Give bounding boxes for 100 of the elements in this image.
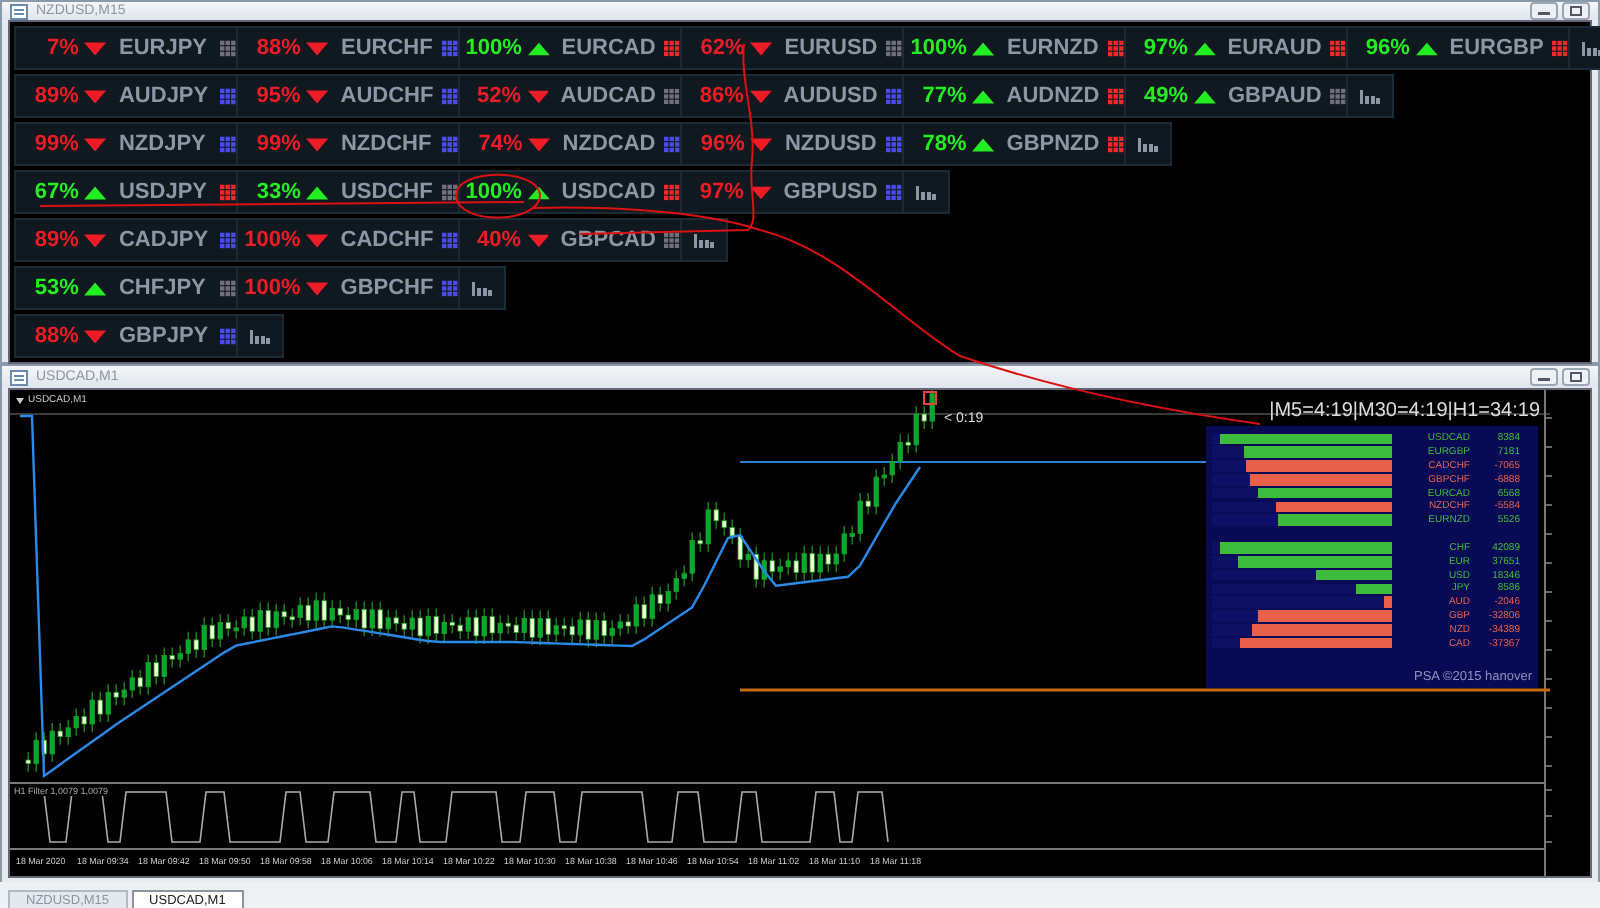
down-triangle-icon [306, 281, 329, 295]
bar-chart-icon [1582, 40, 1600, 56]
price-marker-icon [923, 391, 937, 405]
down-triangle-icon [306, 41, 329, 55]
percent-label: 96% [1363, 36, 1410, 60]
up-triangle-icon [1194, 89, 1216, 103]
pair-label: CADCHF [340, 228, 434, 252]
up-triangle-icon [1415, 41, 1438, 55]
maximize-button[interactable] [1562, 2, 1590, 20]
percent-label: 100% [242, 228, 301, 252]
percent-label: 67% [32, 180, 79, 204]
bar-chart-icon [1138, 136, 1158, 152]
percent-label: 7% [45, 36, 79, 60]
down-triangle-icon [527, 233, 549, 247]
percent-label: 89% [32, 228, 79, 252]
percent-label: 77% [920, 84, 967, 108]
percent-label: 86% [697, 84, 744, 108]
percent-label: 99% [254, 132, 301, 156]
percent-label: 52% [474, 84, 521, 108]
down-triangle-icon [749, 185, 772, 199]
down-triangle-icon [306, 89, 329, 103]
up-triangle-icon [527, 41, 550, 55]
down-triangle-icon [84, 41, 107, 55]
percent-label: 88% [254, 36, 301, 60]
pair-label: EURGBP [1449, 36, 1544, 60]
pair-label: GBPAUD [1227, 84, 1322, 108]
pair-label: EURAUD [1227, 36, 1322, 60]
down-triangle-icon [84, 329, 107, 343]
down-triangle-icon [750, 41, 773, 55]
pair-label: EURUSD [784, 36, 878, 60]
percent-label: 74% [476, 132, 523, 156]
percent-label: 78% [920, 132, 967, 156]
pair-label: AUDCHF [340, 84, 434, 108]
down-triangle-icon [527, 89, 549, 103]
percent-label: 40% [474, 228, 521, 252]
down-triangle-icon [749, 89, 772, 103]
pair-label: NZDUSD [784, 132, 878, 156]
percent-label: 62% [698, 36, 745, 60]
down-triangle-icon [750, 137, 773, 151]
down-triangle-icon [84, 233, 107, 247]
pair-label: EURJPY [118, 36, 210, 60]
pair-label: AUDJPY [118, 84, 211, 108]
pair-label: EURCAD [561, 36, 656, 60]
bar-chart-icon [694, 232, 714, 248]
candle-timer-text: |M5=4:19|M30=4:19|H1=34:19 [1269, 400, 1540, 422]
maximize-icon [1568, 6, 1584, 16]
up-triangle-icon [306, 185, 329, 199]
pair-label: GBPCHF [340, 276, 434, 300]
bar-chart-icon [472, 280, 492, 296]
down-triangle-icon [84, 137, 107, 151]
pair-label: AUDUSD [783, 84, 878, 108]
percent-label: 99% [32, 132, 79, 156]
up-triangle-icon [972, 137, 995, 151]
percent-label: 96% [698, 132, 745, 156]
minimize-icon [1536, 372, 1552, 382]
percent-label: 97% [697, 180, 744, 204]
percent-label: 53% [32, 276, 79, 300]
up-triangle-icon [972, 41, 995, 55]
down-triangle-icon [528, 137, 551, 151]
dropdown-triangle-icon [16, 397, 24, 403]
down-triangle-icon [84, 89, 107, 103]
pair-label: CHFJPY [118, 276, 208, 300]
pair-label: NZDCAD [562, 132, 656, 156]
pair-label: USDCHF [340, 180, 434, 204]
pair-label: GBPJPY [118, 324, 211, 348]
percent-label: 89% [32, 84, 79, 108]
chart-window-icon [10, 369, 28, 385]
pair-label: CADJPY [118, 228, 211, 252]
pair-label: USDJPY [118, 180, 210, 204]
up-triangle-icon [84, 185, 107, 199]
percent-label: 49% [1141, 84, 1188, 108]
percent-label: 100% [242, 276, 301, 300]
bar-chart-icon [1360, 88, 1380, 104]
percent-label: 95% [254, 84, 301, 108]
bar-chart-icon [916, 184, 936, 200]
pair-label: GBPNZD [1006, 132, 1100, 156]
pair-label: EURCHF [340, 36, 434, 60]
percent-label: 33% [254, 180, 301, 204]
up-triangle-icon [972, 89, 995, 103]
percent-label: 100% [908, 36, 967, 60]
up-triangle-icon [1193, 41, 1216, 55]
pair-label: EURNZD [1006, 36, 1100, 60]
pair-label: GBPUSD [783, 180, 878, 204]
minimize-button[interactable] [1530, 2, 1558, 20]
chart-window-icon [10, 3, 28, 19]
down-triangle-icon [306, 233, 329, 247]
pair-label: AUDNZD [1006, 84, 1100, 108]
pair-label: USDCAD [561, 180, 656, 204]
maximize-button[interactable] [1562, 368, 1590, 386]
maximize-icon [1568, 372, 1584, 382]
up-triangle-icon [527, 185, 550, 199]
percent-label: 97% [1141, 36, 1188, 60]
pair-label: AUDCAD [560, 84, 656, 108]
pair-label: NZDJPY [118, 132, 208, 156]
minimize-button[interactable] [1530, 368, 1558, 386]
down-triangle-icon [306, 137, 329, 151]
pair-label: NZDCHF [340, 132, 434, 156]
percent-label: 100% [463, 36, 522, 60]
percent-label: 88% [32, 324, 79, 348]
bar-chart-icon [250, 328, 270, 344]
